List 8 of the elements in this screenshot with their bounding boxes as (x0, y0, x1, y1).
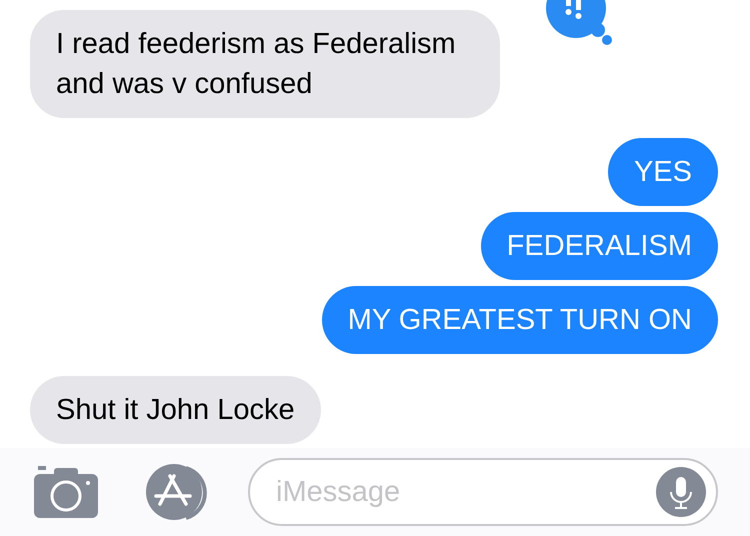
message-field[interactable]: iMessage (248, 458, 718, 526)
message-bubble: YES (608, 138, 718, 206)
message-bubble: I read feederism as Federalism and was v confused (30, 10, 500, 118)
message-bubble: Shut it John Locke (30, 376, 321, 444)
camera-icon[interactable] (34, 466, 98, 518)
microphone-icon[interactable] (656, 467, 706, 517)
message-bubble: FEDERALISM (480, 212, 718, 280)
message-bubble: MY GREATEST TURN ON (322, 286, 718, 354)
